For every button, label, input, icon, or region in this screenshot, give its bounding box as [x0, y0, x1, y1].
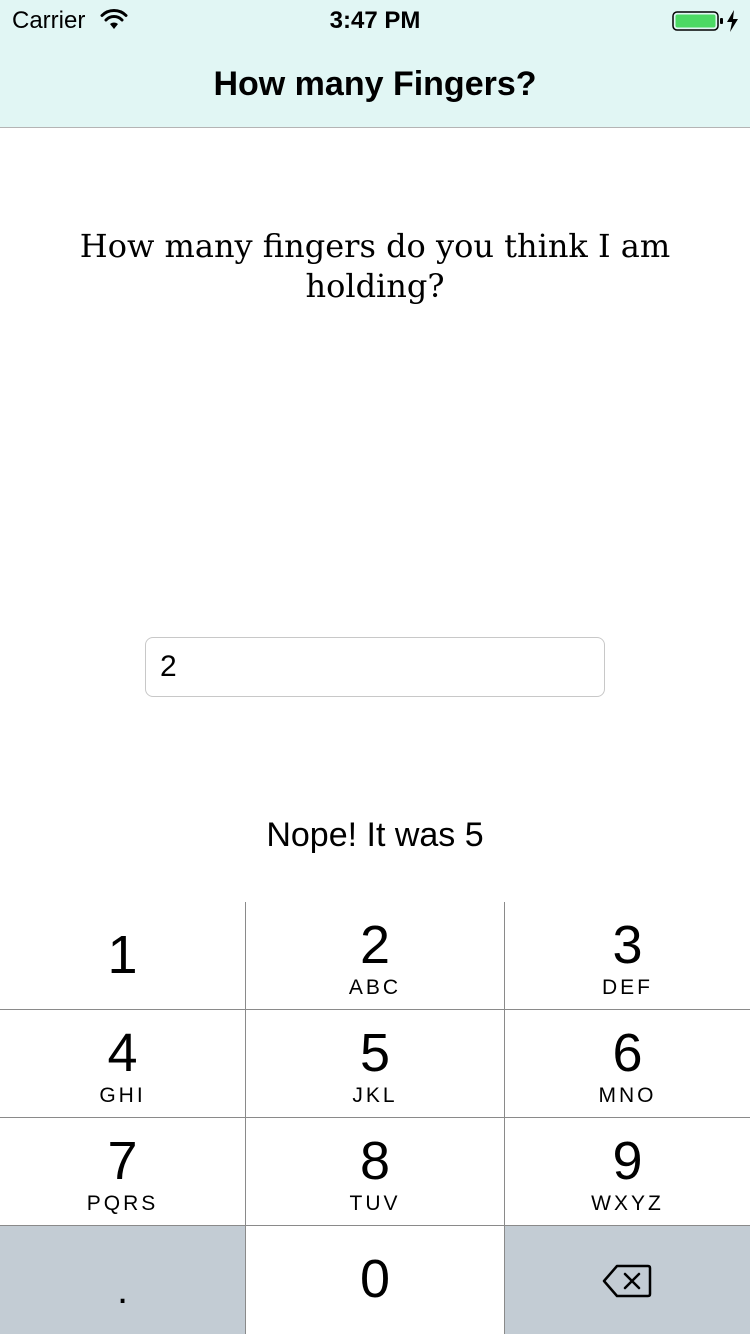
delete-key[interactable]	[505, 1226, 750, 1334]
key-letters: ABC	[348, 976, 402, 999]
key-9[interactable]: 9 WXYZ	[505, 1118, 750, 1226]
result-label: Nope! It was 5	[266, 816, 484, 854]
question-label: How many fingers do you think I am holdi…	[79, 227, 671, 305]
key-letters: DEF	[602, 976, 653, 999]
key-letters: GHI	[99, 1084, 146, 1107]
status-bar: Carrier 3:47 PM	[0, 0, 750, 40]
answer-input[interactable]: 2	[145, 637, 605, 697]
key-4[interactable]: 4 GHI	[0, 1010, 246, 1118]
key-0[interactable]: 0	[246, 1226, 505, 1334]
key-2[interactable]: 2 ABC	[246, 902, 505, 1010]
nav-title: How many Fingers?	[213, 65, 537, 103]
key-7[interactable]: 7 PQRS	[0, 1118, 246, 1226]
key-digit: 6	[612, 1023, 643, 1083]
key-6[interactable]: 6 MNO	[505, 1010, 750, 1118]
key-digit: 9	[612, 1131, 643, 1191]
key-5[interactable]: 5 JKL	[246, 1010, 505, 1118]
key-3[interactable]: 3 DEF	[505, 902, 750, 1010]
status-time: 3:47 PM	[329, 7, 421, 34]
key-decimal-label: .	[116, 1268, 129, 1312]
key-8[interactable]: 8 TUV	[246, 1118, 505, 1226]
top-bar: Carrier 3:47 PM How many Fingers?	[0, 0, 750, 128]
numeric-keypad: 1 2 ABC 3 DEF 4 GHI 5 JKL 6 MNO 7 PQRS 8…	[0, 902, 750, 1334]
key-digit: 0	[359, 1249, 391, 1309]
key-letters: TUV	[349, 1192, 401, 1215]
key-letters: PQRS	[86, 1192, 159, 1215]
key-1[interactable]: 1	[0, 902, 246, 1010]
key-letters: MNO	[598, 1084, 657, 1107]
key-letters: JKL	[352, 1084, 398, 1107]
battery-charging-icon	[672, 10, 738, 32]
key-digit: 7	[107, 1131, 138, 1191]
key-digit: 3	[612, 915, 643, 975]
key-letters: WXYZ	[591, 1192, 664, 1215]
key-digit: 5	[359, 1023, 391, 1083]
key-decimal[interactable]: .	[0, 1226, 246, 1334]
key-digit: 1	[107, 925, 138, 985]
backspace-icon	[602, 1264, 652, 1298]
key-digit: 8	[359, 1131, 391, 1191]
key-digit: 2	[359, 915, 391, 975]
key-digit: 4	[107, 1023, 138, 1083]
